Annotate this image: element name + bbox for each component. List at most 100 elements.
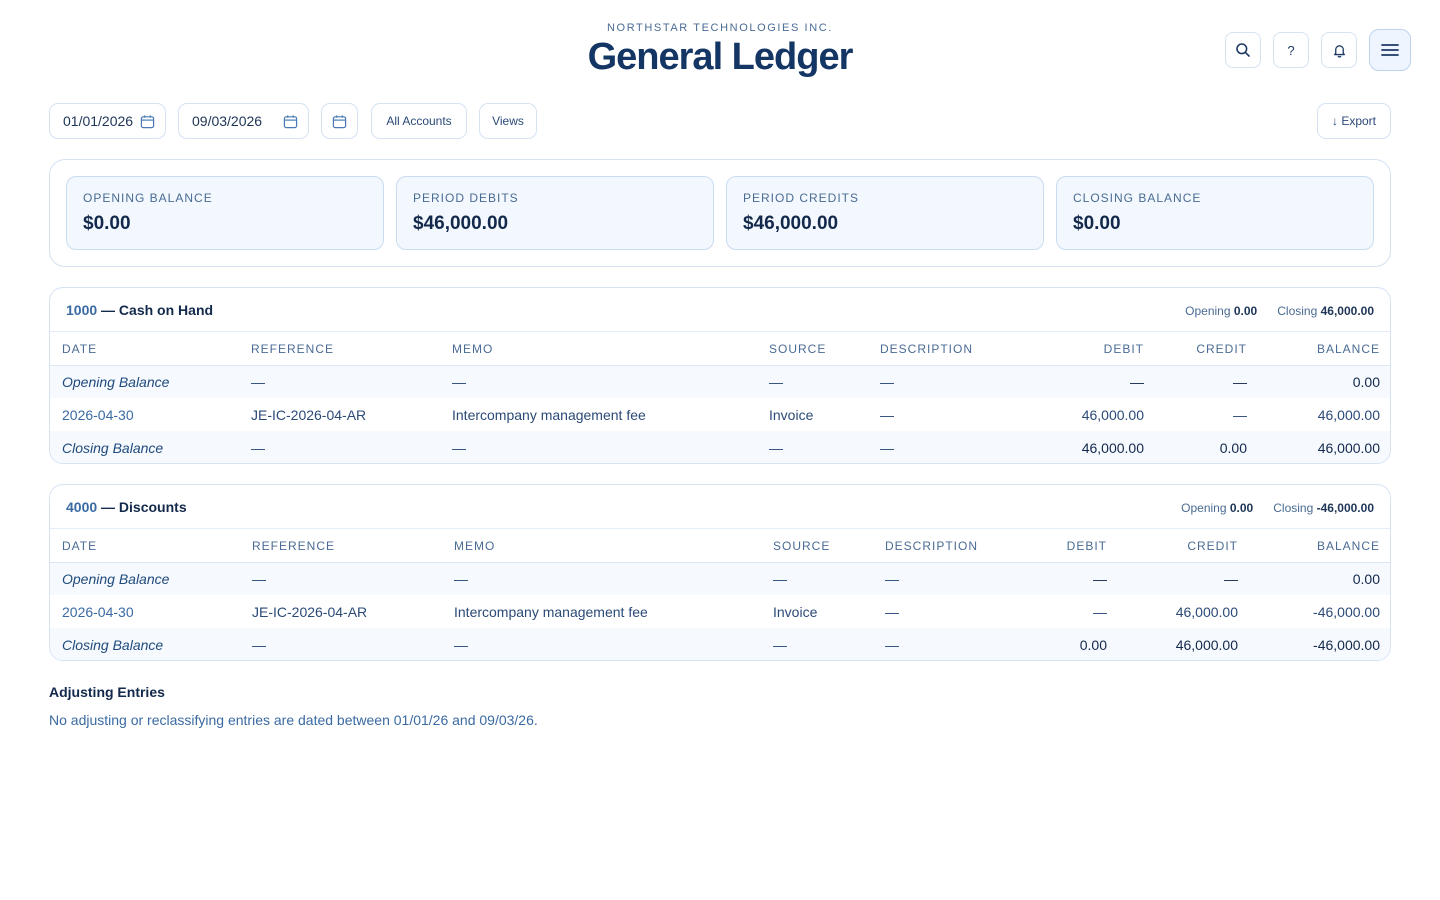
- summary-panel: OPENING BALANCE $0.00 PERIOD DEBITS $46,…: [49, 159, 1391, 267]
- cell-description: —: [873, 562, 1014, 595]
- account-balances: Opening 0.00 Closing -46,000.00: [1181, 501, 1374, 515]
- account-title: 4000 — Discounts: [66, 499, 187, 515]
- cell-debit: 46,000.00: [1081, 406, 1144, 423]
- opening-value: 0.00: [1229, 501, 1254, 515]
- filter-toolbar: 01/01/2026 09/03/2026 All Accounts Views…: [49, 103, 1391, 139]
- account-name: — Cash on Hand: [97, 302, 214, 318]
- col-balance[interactable]: BALANCE: [1259, 333, 1390, 366]
- cell-credit: 46,000.00: [1175, 603, 1238, 620]
- bell-icon: [1333, 44, 1345, 58]
- opening-balance-row: Opening Balance — — — — — — 0.00: [50, 562, 1390, 595]
- opening-label: Opening: [1185, 304, 1231, 318]
- table-header-row: DATE REFERENCE MEMO SOURCE DESCRIPTION D…: [50, 530, 1390, 563]
- col-reference[interactable]: REFERENCE: [239, 333, 440, 366]
- col-source[interactable]: SOURCE: [761, 530, 873, 563]
- notifications-button[interactable]: [1321, 32, 1357, 68]
- cell-credit: —: [1119, 562, 1250, 595]
- cell-debit: —: [1014, 562, 1119, 595]
- all-accounts-button[interactable]: All Accounts: [371, 103, 467, 139]
- row-label: Opening Balance: [50, 365, 239, 398]
- cell-reference[interactable]: JE-IC-2026-04-AR: [239, 398, 440, 431]
- opening-value: 0.00: [1233, 304, 1258, 318]
- end-date-value: 09/03/2026: [192, 113, 263, 129]
- ledger-table: DATE REFERENCE MEMO SOURCE DESCRIPTION D…: [50, 530, 1390, 660]
- card-value: $46,000.00: [413, 213, 509, 234]
- cell-memo: —: [440, 431, 757, 463]
- cell-debit: —: [1093, 603, 1107, 620]
- col-debit[interactable]: DEBIT: [1006, 333, 1156, 366]
- cell-reference: —: [239, 365, 440, 398]
- help-icon: ?: [1287, 42, 1295, 58]
- cell-balance: 46,000.00: [1259, 431, 1390, 463]
- col-debit[interactable]: DEBIT: [1014, 530, 1119, 563]
- col-balance[interactable]: BALANCE: [1250, 530, 1390, 563]
- cell-debit: 0.00: [1014, 628, 1119, 660]
- col-source[interactable]: SOURCE: [757, 333, 868, 366]
- account-section-1000: 1000 — Cash on Hand Opening 0.00 Closing …: [49, 287, 1391, 464]
- col-description[interactable]: DESCRIPTION: [868, 333, 1006, 366]
- col-date[interactable]: DATE: [50, 333, 239, 366]
- closing-balance-row: Closing Balance — — — — 46,000.00 0.00 4…: [50, 431, 1390, 463]
- cell-balance: -46,000.00: [1313, 603, 1380, 620]
- table-row[interactable]: 2026-04-30 JE-IC-2026-04-AR Intercompany…: [50, 595, 1390, 628]
- table-row[interactable]: 2026-04-30 JE-IC-2026-04-AR Intercompany…: [50, 398, 1390, 431]
- cell-credit: 0.00: [1156, 431, 1259, 463]
- closing-value: -46,000.00: [1316, 501, 1374, 515]
- cell-reference[interactable]: JE-IC-2026-04-AR: [240, 595, 442, 628]
- closing-balance-row: Closing Balance — — — — 0.00 46,000.00 -…: [50, 628, 1390, 660]
- card-label: PERIOD DEBITS: [413, 191, 519, 205]
- closing-label: Closing: [1273, 501, 1314, 515]
- end-date-input[interactable]: 09/03/2026: [178, 103, 309, 139]
- cell-balance: 46,000.00: [1317, 406, 1380, 423]
- cell-credit: —: [1156, 365, 1259, 398]
- opening-label: Opening: [1181, 501, 1227, 515]
- search-icon: [1236, 43, 1250, 57]
- row-label: Opening Balance: [50, 562, 240, 595]
- cell-reference: —: [240, 628, 442, 660]
- col-description[interactable]: DESCRIPTION: [873, 530, 1014, 563]
- col-reference[interactable]: REFERENCE: [240, 530, 442, 563]
- help-button[interactable]: ?: [1273, 32, 1309, 68]
- menu-button[interactable]: [1369, 29, 1411, 71]
- export-button[interactable]: ↓ Export: [1317, 103, 1391, 139]
- period-credits-card: PERIOD CREDITS $46,000.00: [726, 176, 1044, 250]
- start-date-input[interactable]: 01/01/2026: [49, 103, 166, 139]
- cell-memo: —: [442, 562, 761, 595]
- row-label: Closing Balance: [50, 431, 239, 463]
- cell-source: Invoice: [769, 406, 814, 423]
- card-value: $46,000.00: [743, 213, 839, 234]
- cell-source: —: [757, 431, 868, 463]
- col-date[interactable]: DATE: [50, 530, 240, 563]
- search-button[interactable]: [1225, 32, 1261, 68]
- start-date-value: 01/01/2026: [63, 113, 134, 129]
- cell-description: —: [885, 603, 899, 620]
- row-label: Closing Balance: [50, 628, 240, 660]
- calendar-icon: [332, 114, 347, 128]
- cell-memo: Intercompany management fee: [452, 406, 646, 423]
- adjusting-entries-heading: Adjusting Entries: [49, 684, 165, 700]
- cell-description: —: [868, 431, 1006, 463]
- col-credit[interactable]: CREDIT: [1156, 333, 1259, 366]
- company-name: NORTHSTAR TECHNOLOGIES INC.: [607, 22, 833, 34]
- card-label: CLOSING BALANCE: [1073, 191, 1202, 205]
- views-button[interactable]: Views: [479, 103, 537, 139]
- cell-source: Invoice: [773, 603, 818, 620]
- hamburger-icon: [1381, 44, 1399, 56]
- account-code: 4000: [66, 499, 98, 515]
- account-title: 1000 — Cash on Hand: [66, 302, 213, 318]
- col-memo[interactable]: MEMO: [440, 333, 757, 366]
- cell-debit: 46,000.00: [1006, 431, 1156, 463]
- cell-source: —: [757, 365, 868, 398]
- closing-balance-card: CLOSING BALANCE $0.00: [1056, 176, 1374, 250]
- account-section-4000: 4000 — Discounts Opening 0.00 Closing -46…: [49, 484, 1391, 661]
- cell-description: —: [880, 406, 894, 423]
- col-credit[interactable]: CREDIT: [1119, 530, 1250, 563]
- cell-description: —: [873, 628, 1014, 660]
- account-header: 1000 — Cash on Hand Opening 0.00 Closing …: [50, 288, 1390, 332]
- cell-memo: —: [442, 628, 761, 660]
- cell-date: 2026-04-30: [62, 406, 134, 423]
- col-memo[interactable]: MEMO: [442, 530, 761, 563]
- date-range-picker-button[interactable]: [321, 103, 358, 139]
- card-label: PERIOD CREDITS: [743, 191, 860, 205]
- cell-description: —: [868, 365, 1006, 398]
